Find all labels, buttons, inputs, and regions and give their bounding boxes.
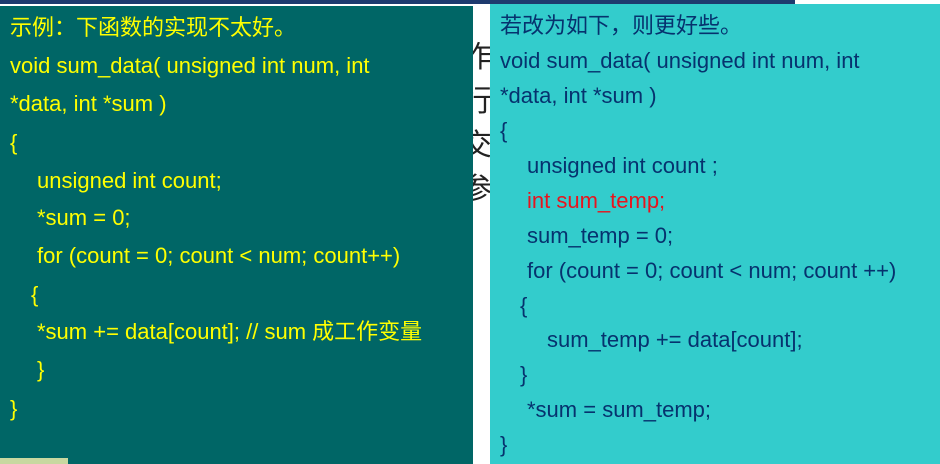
bad-example-code-box: 示例：下函数的实现不太好。 void sum_data( unsigned in… — [0, 6, 473, 464]
highlighted-code-line: int sum_temp; — [527, 188, 666, 213]
code-line: { — [500, 118, 508, 143]
code-line: for (count = 0; count < num; count ++) — [527, 258, 897, 283]
code-line: } — [520, 362, 528, 387]
function-signature-line1: void sum_data( unsigned int num, int — [10, 53, 370, 78]
code-line: } — [500, 432, 508, 457]
code-line: } — [37, 357, 45, 382]
code-line: unsigned int count ; — [527, 153, 718, 178]
code-line: unsigned int count; — [37, 168, 222, 193]
improved-example-code-box: 若改为如下，则更好些。 void sum_data( unsigned int … — [490, 4, 940, 464]
code-line: { — [10, 130, 18, 155]
code-line-with-comment: *sum += data[count]; // sum 成工作变量 — [37, 319, 423, 344]
code-line: sum_temp += data[count]; — [547, 327, 803, 352]
function-signature-line2: *data, int *sum ) — [500, 83, 657, 108]
function-signature-line1: void sum_data( unsigned int num, int — [500, 48, 860, 73]
panel-bottom-strip — [0, 458, 68, 464]
code-line: sum_temp = 0; — [527, 223, 674, 248]
code-line: for (count = 0; count < num; count++) — [37, 243, 401, 268]
code-line: *sum = sum_temp; — [527, 397, 712, 422]
example-caption: 示例：下函数的实现不太好。 — [10, 15, 297, 40]
improvement-caption: 若改为如下，则更好些。 — [500, 13, 743, 38]
function-signature-line2: *data, int *sum ) — [10, 91, 167, 116]
code-line: } — [10, 396, 18, 421]
code-line: { — [31, 282, 39, 307]
code-line: *sum = 0; — [37, 205, 131, 230]
code-line: { — [520, 293, 528, 318]
